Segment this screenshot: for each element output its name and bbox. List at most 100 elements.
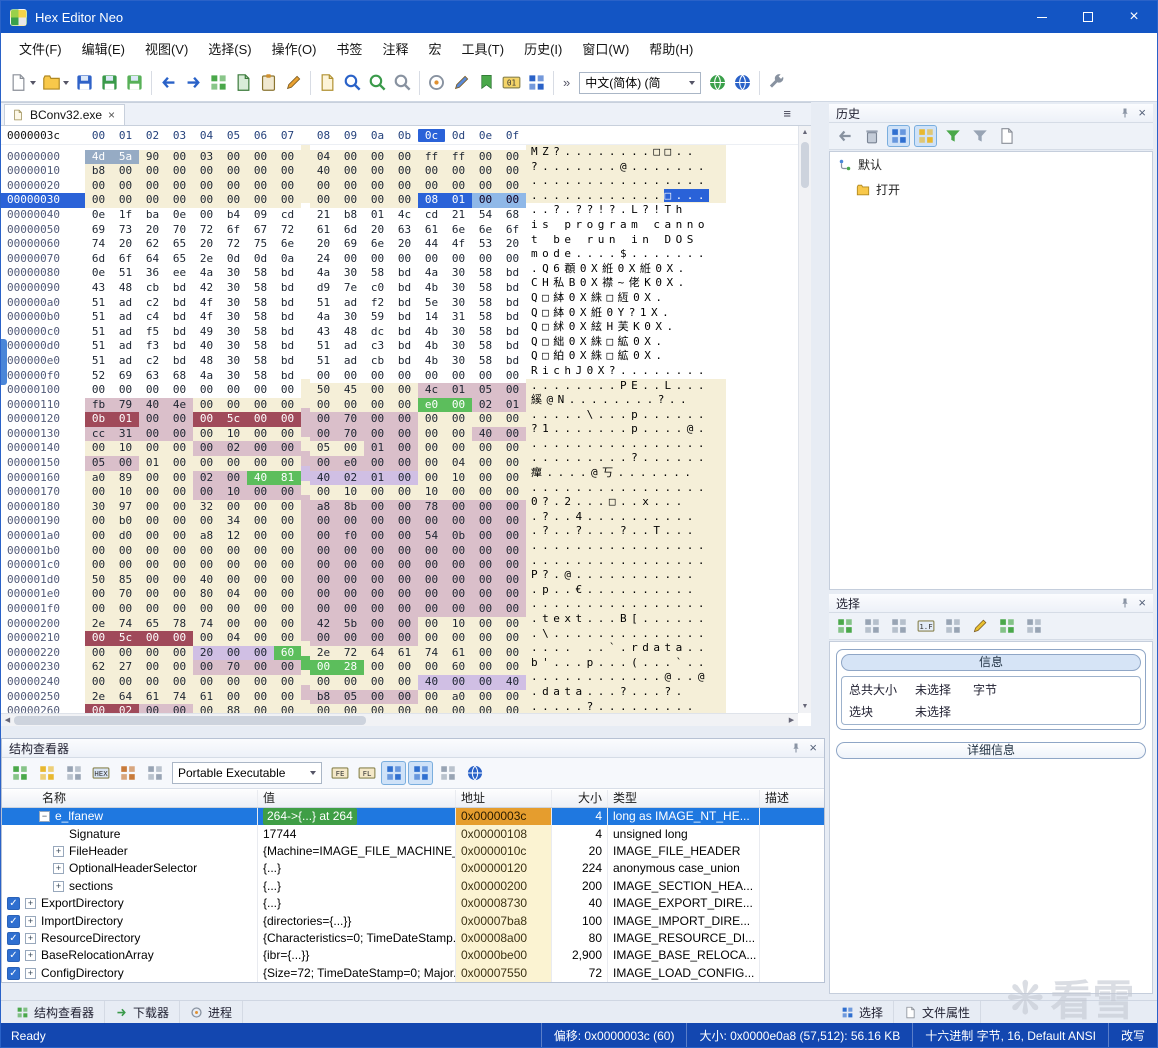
- hex-text[interactable]: Q□絊0X絍0Y?1X.: [526, 305, 726, 321]
- document-tab[interactable]: BConv32.exe ×: [4, 104, 126, 125]
- expand-icon[interactable]: +: [53, 863, 64, 875]
- hex-text[interactable]: .... ..`.rdata..: [526, 641, 726, 656]
- panel-close-icon[interactable]: ×: [809, 741, 817, 754]
- hex-text[interactable]: Q□絀0X絑□絋0X.: [526, 334, 726, 350]
- maximize-button[interactable]: [1065, 1, 1111, 33]
- hex-text[interactable]: ................: [526, 553, 726, 569]
- undo-button[interactable]: [157, 69, 180, 96]
- hex-text[interactable]: 癉....@丂.......: [526, 466, 726, 481]
- sel-1f-button[interactable]: 1.F: [914, 615, 937, 637]
- hex-text[interactable]: .\..............: [526, 626, 726, 642]
- close-button[interactable]: ×: [1111, 1, 1157, 33]
- row-checkbox[interactable]: ✓: [7, 931, 20, 945]
- hex-byte[interactable]: 00: [166, 704, 193, 713]
- redo-button[interactable]: [182, 69, 205, 96]
- find-prev-button[interactable]: [391, 69, 414, 96]
- save-all-button[interactable]: [123, 69, 146, 96]
- find-next-button[interactable]: [366, 69, 389, 96]
- menu-item[interactable]: 历史(I): [514, 33, 572, 64]
- menu-item[interactable]: 书签: [326, 33, 372, 64]
- menu-item[interactable]: 文件(F): [9, 33, 72, 64]
- globe-blue-button[interactable]: [731, 69, 754, 96]
- structure-column-header[interactable]: 值: [258, 790, 456, 807]
- filter-apply-button[interactable]: [941, 125, 964, 147]
- hex-byte[interactable]: 00: [247, 704, 274, 713]
- minimize-button[interactable]: [1019, 1, 1065, 33]
- history-branch-view-button[interactable]: [914, 125, 937, 147]
- expand-icon[interactable]: +: [25, 915, 36, 927]
- hex-byte[interactable]: 00: [337, 704, 364, 713]
- structure-column-header[interactable]: 描述: [760, 790, 824, 807]
- menu-item[interactable]: 视图(V): [135, 33, 198, 64]
- save-button[interactable]: [73, 69, 96, 96]
- hex-byte[interactable]: 00: [391, 704, 418, 713]
- hex-text[interactable]: RichJ0X?........: [526, 363, 726, 379]
- save-as-button[interactable]: [98, 69, 121, 96]
- toolbar-overflow-chevron[interactable]: »: [558, 75, 575, 90]
- goto-button[interactable]: [425, 69, 448, 96]
- hex-text[interactable]: .........?......: [526, 451, 726, 467]
- hex-byte[interactable]: 00: [418, 704, 445, 713]
- hex-text[interactable]: ................: [526, 436, 726, 452]
- find-button[interactable]: [341, 69, 364, 96]
- hex-view-button[interactable]: HEX: [88, 761, 113, 785]
- pin-icon[interactable]: [1119, 107, 1131, 119]
- bottom-tab[interactable]: 下载器: [105, 1000, 181, 1024]
- copy-button[interactable]: [232, 69, 255, 96]
- hex-text[interactable]: mode....$.......: [526, 247, 726, 262]
- hex-text[interactable]: .?..4..........: [526, 509, 726, 525]
- hex-text[interactable]: .data...?...?.: [526, 684, 726, 700]
- wrench-button[interactable]: [765, 69, 788, 96]
- globe-green-button[interactable]: [706, 69, 729, 96]
- sync-selection-button[interactable]: [408, 761, 433, 785]
- hex-text[interactable]: ?.......@.......: [526, 159, 726, 175]
- sync-cursor-button[interactable]: [381, 761, 406, 785]
- history-item[interactable]: 打开: [830, 177, 1152, 202]
- hand-button[interactable]: [968, 615, 991, 637]
- sel-add-button[interactable]: [995, 615, 1018, 637]
- sel-block-button[interactable]: [833, 615, 856, 637]
- add-structure-button[interactable]: [34, 761, 59, 785]
- open-file-button[interactable]: [40, 69, 71, 96]
- hex-byte[interactable]: 00: [499, 704, 526, 713]
- scroll-right-icon[interactable]: ▶: [785, 716, 798, 724]
- menu-item[interactable]: 选择(S): [198, 33, 261, 64]
- hex-text[interactable]: ..?.??!?.L?!Th: [526, 203, 726, 218]
- hex-text[interactable]: ................: [526, 480, 726, 496]
- clear-history-button[interactable]: [833, 125, 856, 147]
- hex-byte[interactable]: 00: [85, 704, 112, 713]
- expand-icon[interactable]: +: [25, 967, 36, 979]
- expand-icon[interactable]: +: [25, 932, 36, 944]
- structure-row[interactable]: + OptionalHeaderSelector {...} 0x00000120 22…: [2, 860, 824, 878]
- row-checkbox[interactable]: ✓: [7, 949, 20, 963]
- hex-byte[interactable]: 00: [139, 704, 166, 713]
- vertical-scroll-thumb[interactable]: [801, 142, 809, 188]
- bottom-tab[interactable]: 进程: [180, 1000, 244, 1024]
- export-button[interactable]: [316, 69, 339, 96]
- hex-byte[interactable]: 00: [445, 704, 472, 713]
- hex-text[interactable]: b'...p...(...`..: [526, 655, 726, 671]
- hex-horizontal-scrollbar[interactable]: ◀ ▶: [1, 713, 798, 726]
- hex-address[interactable]: 00000260: [1, 704, 85, 713]
- hex-text[interactable]: t be run in DOS: [526, 232, 726, 248]
- structure-row[interactable]: ✓ + ExportDirectory {...} 0x00008730 40 IMAGE_…: [2, 894, 824, 913]
- expand-all-button[interactable]: [435, 761, 460, 785]
- new-file-button[interactable]: [7, 69, 38, 96]
- tab-options-icon[interactable]: ≡: [783, 106, 791, 121]
- hex-text[interactable]: 0?.2...□..x...: [526, 495, 726, 510]
- hex-byte[interactable]: 00: [472, 704, 499, 713]
- autohide-panel-tab[interactable]: [1, 339, 7, 385]
- hex-byte[interactable]: 88: [220, 704, 247, 713]
- hex-text[interactable]: 縘@N........?..: [526, 393, 726, 408]
- scroll-down-icon[interactable]: ▼: [799, 700, 811, 713]
- hex-text[interactable]: .text...B[......: [526, 612, 726, 627]
- hex-text[interactable]: .Q6頵0X絍0X絍0X.: [526, 261, 726, 277]
- paste-button[interactable]: [257, 69, 280, 96]
- hex-text[interactable]: ............@..@: [526, 670, 726, 685]
- hex-text[interactable]: ?1.......p....@.: [526, 422, 726, 437]
- bind-structure-button[interactable]: [7, 761, 32, 785]
- row-checkbox[interactable]: ✓: [7, 966, 20, 980]
- sel-cols-button[interactable]: [887, 615, 910, 637]
- history-item[interactable]: 默认: [830, 152, 1152, 177]
- hex-text[interactable]: MZ?........□□..: [526, 145, 726, 160]
